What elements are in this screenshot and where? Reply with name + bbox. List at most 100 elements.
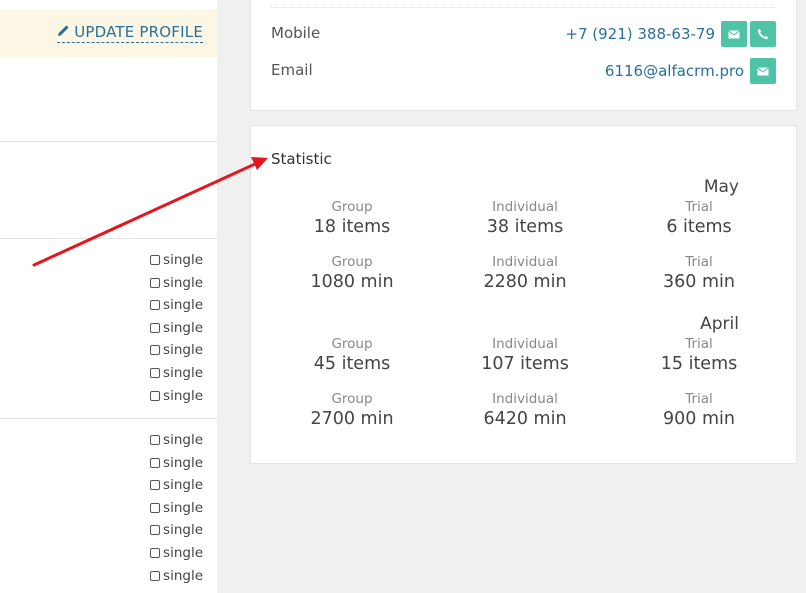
update-profile-link[interactable]: UPDATE PROFILE: [57, 23, 203, 43]
stat-label: Trial: [685, 336, 713, 352]
checkbox-label: single: [163, 342, 203, 359]
checkbox[interactable]: [150, 322, 161, 333]
checkbox[interactable]: [150, 345, 161, 356]
checkbox[interactable]: [150, 480, 161, 491]
stat-value: 6 items: [666, 217, 732, 237]
checkbox-label: single: [163, 364, 203, 381]
stat-label: Trial: [685, 199, 713, 215]
contact-card: Mobile +7 (921) 388-63-79 Email 6116@alf…: [250, 0, 797, 111]
checkbox[interactable]: [150, 367, 161, 378]
stat-value: 900 min: [663, 409, 735, 429]
single-checkbox-item[interactable]: single: [150, 452, 203, 475]
single-checkbox-item[interactable]: single: [150, 429, 203, 452]
single-checkbox-item[interactable]: single: [150, 565, 203, 588]
single-checkbox-item[interactable]: single: [150, 294, 203, 317]
contact-row-mobile: Mobile +7 (921) 388-63-79: [271, 21, 776, 47]
stat-cell: Individual 6420 min: [455, 391, 595, 430]
contact-value: +7 (921) 388-63-79: [565, 21, 776, 47]
single-checkbox-item[interactable]: single: [150, 249, 203, 272]
checkbox-label: single: [163, 522, 203, 539]
checkbox[interactable]: [150, 525, 161, 536]
stat-label: Trial: [685, 391, 713, 407]
stat-value: 2700 min: [310, 409, 394, 429]
single-checkbox-item[interactable]: single: [150, 317, 203, 340]
contact-label: Email: [271, 61, 313, 79]
checkbox[interactable]: [150, 300, 161, 311]
checkbox-label: single: [163, 477, 203, 494]
stat-label: Individual: [492, 199, 558, 215]
single-checkbox-list: single single single single single single sing…: [150, 429, 203, 587]
send-mail-button[interactable]: [721, 21, 747, 47]
stat-cell: Individual 2280 min: [455, 254, 595, 293]
contact-row-email: Email 6116@alfacrm.pro: [271, 58, 776, 84]
checkbox-label: single: [163, 319, 203, 336]
call-button[interactable]: [750, 21, 776, 47]
single-checkbox-item[interactable]: single: [150, 272, 203, 295]
contact-label: Mobile: [271, 24, 321, 42]
checkbox[interactable]: [150, 570, 161, 581]
checkbox[interactable]: [150, 502, 161, 513]
checkbox-label: single: [163, 252, 203, 268]
single-checkbox-list: single single single single single single sing…: [150, 249, 203, 407]
checkbox[interactable]: [150, 457, 161, 468]
stat-label: Individual: [492, 336, 558, 352]
contact-value: 6116@alfacrm.pro: [605, 58, 776, 84]
stat-label: Group: [331, 254, 373, 270]
send-mail-button[interactable]: [750, 58, 776, 84]
checkbox-label: single: [163, 454, 203, 471]
checkbox[interactable]: [150, 255, 161, 265]
stat-value: 6420 min: [483, 409, 567, 429]
checkbox[interactable]: [150, 277, 161, 288]
checkbox-label: single: [163, 567, 203, 584]
email-link[interactable]: 6116@alfacrm.pro: [605, 62, 744, 80]
single-checkbox-item[interactable]: single: [150, 474, 203, 497]
checkbox[interactable]: [150, 435, 161, 445]
checkbox[interactable]: [150, 390, 161, 401]
pencil-icon: [57, 23, 70, 41]
update-profile-label: UPDATE PROFILE: [74, 23, 203, 41]
checkbox-label: single: [163, 387, 203, 404]
stat-value: 15 items: [660, 354, 738, 374]
stat-cell: Group 2700 min: [282, 391, 422, 430]
single-checkbox-item[interactable]: single: [150, 519, 203, 542]
stat-cell: Trial 360 min: [629, 254, 769, 293]
stat-value: 1080 min: [310, 272, 394, 292]
stat-cell: Trial 15 items: [629, 336, 769, 375]
stat-cell: Trial 900 min: [629, 391, 769, 430]
month-label: April: [700, 314, 739, 334]
checkbox-label: single: [163, 499, 203, 516]
mobile-phone-link[interactable]: +7 (921) 388-63-79: [565, 25, 715, 43]
checkbox-label: single: [163, 544, 203, 561]
checkbox-label: single: [163, 432, 203, 448]
dotted-divider: [271, 7, 776, 8]
checkbox[interactable]: [150, 547, 161, 558]
single-checkbox-item[interactable]: single: [150, 339, 203, 362]
single-checkbox-item[interactable]: single: [150, 362, 203, 385]
mail-icon: [757, 66, 769, 75]
profile-left-panel: UPDATE PROFILE single single single single s…: [0, 0, 217, 593]
stat-value: 107 items: [481, 354, 569, 374]
stat-cell: Group 1080 min: [282, 254, 422, 293]
stat-cell: Trial 6 items: [629, 199, 769, 238]
stat-label: Individual: [492, 254, 558, 270]
statistic-title: Statistic: [271, 150, 332, 168]
stat-cell: Group 45 items: [282, 336, 422, 375]
month-label: May: [703, 177, 739, 197]
stat-cell: Group 18 items: [282, 199, 422, 238]
mail-icon: [728, 29, 740, 38]
stat-value: 360 min: [663, 272, 735, 292]
single-checkbox-item[interactable]: single: [150, 385, 203, 408]
stat-label: Group: [331, 391, 373, 407]
single-checkbox-item[interactable]: single: [150, 497, 203, 520]
checkbox-label: single: [163, 297, 203, 314]
stat-value: 38 items: [486, 217, 564, 237]
stat-cell: Individual 38 items: [455, 199, 595, 238]
checkbox-label: single: [163, 274, 203, 291]
stat-label: Trial: [685, 254, 713, 270]
stat-value: 2280 min: [483, 272, 567, 292]
stat-cell: Individual 107 items: [455, 336, 595, 375]
single-checkbox-item[interactable]: single: [150, 542, 203, 565]
stat-label: Individual: [492, 391, 558, 407]
divider: [0, 141, 217, 142]
divider: [0, 418, 217, 419]
